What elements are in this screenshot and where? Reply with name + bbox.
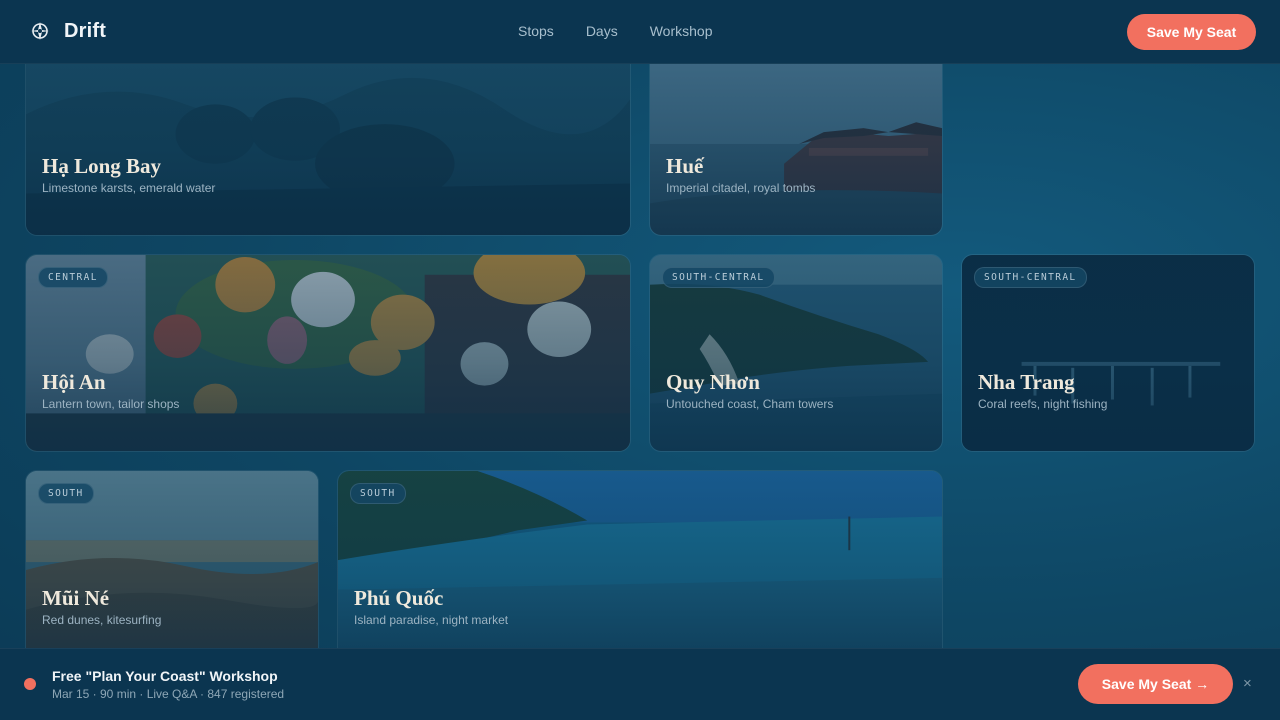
destination-card-hoi-an[interactable]: CENTRAL Hội An Lantern town, tailor shop… [25, 254, 631, 452]
card-overlay [26, 45, 630, 235]
card-title: Quy Nhơn [666, 370, 760, 394]
card-title: Nha Trang [978, 370, 1075, 394]
destination-card-hue[interactable]: Huế Imperial citadel, royal tombs [649, 44, 943, 236]
brand[interactable]: Drift [28, 19, 106, 43]
banner-title: Free "Plan Your Coast" Workshop [52, 668, 278, 684]
card-subtitle: Untouched coast, Cham towers [666, 397, 834, 411]
card-overlay [338, 471, 942, 667]
nav-link-stops[interactable]: Stops [518, 23, 554, 39]
live-indicator-dot [24, 678, 36, 690]
top-navigation-bar: Drift Stops Days Workshop Save My Seat [0, 0, 1280, 64]
destination-card-mui-ne[interactable]: SOUTH Mũi Né Red dunes, kitesurfing [25, 470, 319, 668]
card-subtitle: Coral reefs, night fishing [978, 397, 1108, 411]
card-overlay [26, 255, 630, 451]
main-nav: Stops Days Workshop [518, 23, 713, 39]
region-badge: CENTRAL [38, 267, 108, 288]
region-badge: SOUTH-CENTRAL [974, 267, 1087, 288]
card-title: Phú Quốc [354, 586, 444, 610]
card-subtitle: Red dunes, kitesurfing [42, 613, 162, 627]
card-title: Mũi Né [42, 586, 110, 610]
destination-card-nha-trang[interactable]: SOUTH-CENTRAL Nha Trang Coral reefs, nig… [961, 254, 1255, 452]
card-title: Hạ Long Bay [42, 154, 162, 178]
card-subtitle: Island paradise, night market [354, 613, 509, 627]
compass-logo-icon [31, 22, 49, 40]
save-my-seat-button[interactable]: Save My Seat [1127, 14, 1256, 50]
region-badge: SOUTH-CENTRAL [662, 267, 775, 288]
card-subtitle: Imperial citadel, royal tombs [666, 181, 816, 195]
destination-card-phu-quoc[interactable]: SOUTH Phú Quốc Island paradise, night ma… [337, 470, 943, 668]
card-title: Hội An [42, 370, 106, 394]
close-icon[interactable]: × [1243, 675, 1252, 692]
region-badge: SOUTH [350, 483, 406, 504]
destination-card-ha-long-bay[interactable]: Hạ Long Bay Limestone karsts, emerald wa… [25, 44, 631, 236]
card-subtitle: Limestone karsts, emerald water [42, 181, 216, 195]
nav-link-workshop[interactable]: Workshop [650, 23, 713, 39]
card-overlay [650, 45, 942, 235]
card-title: Huế [666, 154, 704, 178]
nav-link-days[interactable]: Days [586, 23, 618, 39]
brand-name: Drift [64, 19, 107, 42]
region-badge: SOUTH [38, 483, 94, 504]
banner-save-my-seat-button[interactable]: Save My Seat → [1078, 664, 1233, 704]
destination-card-quy-nhon[interactable]: SOUTH-CENTRAL Quy Nhơn Untouched coast, … [649, 254, 943, 452]
banner-meta: Mar 15 · 90 min · Live Q&A · 847 registe… [52, 687, 285, 701]
card-subtitle: Lantern town, tailor shops [42, 397, 180, 411]
